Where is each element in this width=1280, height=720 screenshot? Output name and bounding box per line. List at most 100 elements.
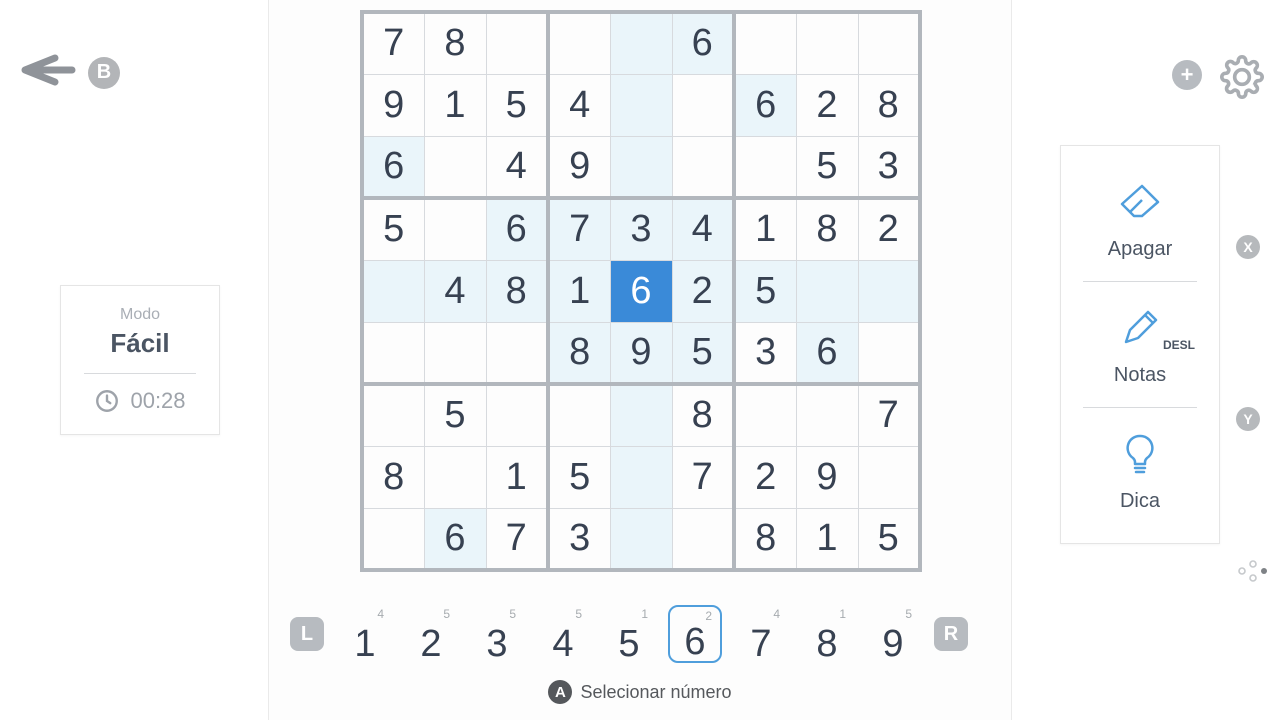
cell-r2-c1[interactable] <box>424 136 486 198</box>
cell-r4-c4[interactable]: 6 <box>610 260 672 322</box>
cell-r8-c8[interactable]: 5 <box>858 508 920 570</box>
sudoku-board[interactable]: 7869154628649535673418248162589536587815… <box>360 10 922 572</box>
cell-r0-c1[interactable]: 8 <box>424 12 486 74</box>
cell-r8-c0[interactable] <box>362 508 424 570</box>
cell-r1-c3[interactable]: 4 <box>548 74 610 136</box>
cell-r3-c7[interactable]: 8 <box>796 198 858 260</box>
cell-r7-c5[interactable]: 7 <box>672 446 734 508</box>
cell-r3-c4[interactable]: 3 <box>610 198 672 260</box>
pick-number-2[interactable]: 52 <box>404 605 458 663</box>
cell-r5-c8[interactable] <box>858 322 920 384</box>
cell-r0-c5[interactable]: 6 <box>672 12 734 74</box>
cell-r0-c4[interactable] <box>610 12 672 74</box>
cell-r4-c6[interactable]: 5 <box>734 260 796 322</box>
r-shoulder-badge[interactable]: R <box>934 617 968 651</box>
cell-r7-c3[interactable]: 5 <box>548 446 610 508</box>
cell-r3-c5[interactable]: 4 <box>672 198 734 260</box>
cell-r7-c0[interactable]: 8 <box>362 446 424 508</box>
cell-r1-c2[interactable]: 5 <box>486 74 548 136</box>
cell-r4-c1[interactable]: 4 <box>424 260 486 322</box>
cell-r5-c1[interactable] <box>424 322 486 384</box>
cell-r5-c4[interactable]: 9 <box>610 322 672 384</box>
cell-r7-c4[interactable] <box>610 446 672 508</box>
cell-r7-c2[interactable]: 1 <box>486 446 548 508</box>
cell-r2-c2[interactable]: 4 <box>486 136 548 198</box>
cell-r3-c6[interactable]: 1 <box>734 198 796 260</box>
cell-r0-c3[interactable] <box>548 12 610 74</box>
erase-button[interactable]: Apagar <box>1061 156 1219 281</box>
cell-r2-c3[interactable]: 9 <box>548 136 610 198</box>
cell-r8-c5[interactable] <box>672 508 734 570</box>
cell-r8-c6[interactable]: 8 <box>734 508 796 570</box>
cell-r5-c3[interactable]: 8 <box>548 322 610 384</box>
cell-r1-c0[interactable]: 9 <box>362 74 424 136</box>
cell-r6-c0[interactable] <box>362 384 424 446</box>
pick-number-4[interactable]: 54 <box>536 605 590 663</box>
cell-r2-c4[interactable] <box>610 136 672 198</box>
hint-label: Dica <box>1061 490 1219 513</box>
cell-r2-c6[interactable] <box>734 136 796 198</box>
cell-r0-c0[interactable]: 7 <box>362 12 424 74</box>
cell-r3-c2[interactable]: 6 <box>486 198 548 260</box>
cell-r4-c2[interactable]: 8 <box>486 260 548 322</box>
hint-button[interactable]: Dica <box>1061 408 1219 533</box>
cell-r5-c5[interactable]: 5 <box>672 322 734 384</box>
pick-number-6[interactable]: 26 <box>668 605 722 663</box>
back-button[interactable]: B <box>10 50 120 95</box>
cell-r2-c5[interactable] <box>672 136 734 198</box>
cell-r6-c8[interactable]: 7 <box>858 384 920 446</box>
cell-r7-c8[interactable] <box>858 446 920 508</box>
l-shoulder-badge[interactable]: L <box>290 617 324 651</box>
cell-r7-c7[interactable]: 9 <box>796 446 858 508</box>
cell-r7-c6[interactable]: 2 <box>734 446 796 508</box>
cell-r6-c2[interactable] <box>486 384 548 446</box>
cell-r8-c1[interactable]: 6 <box>424 508 486 570</box>
cell-r0-c2[interactable] <box>486 12 548 74</box>
cell-r1-c4[interactable] <box>610 74 672 136</box>
cell-r3-c8[interactable]: 2 <box>858 198 920 260</box>
cell-r4-c8[interactable] <box>858 260 920 322</box>
cell-r1-c5[interactable] <box>672 74 734 136</box>
cell-r5-c6[interactable]: 3 <box>734 322 796 384</box>
notes-button[interactable]: DESL Notas <box>1061 282 1219 407</box>
cell-r4-c7[interactable] <box>796 260 858 322</box>
cell-r1-c8[interactable]: 8 <box>858 74 920 136</box>
cell-r8-c2[interactable]: 7 <box>486 508 548 570</box>
pick-number-3[interactable]: 53 <box>470 605 524 663</box>
cell-r8-c3[interactable]: 3 <box>548 508 610 570</box>
cell-r1-c7[interactable]: 2 <box>796 74 858 136</box>
cell-r6-c5[interactable]: 8 <box>672 384 734 446</box>
cell-r1-c6[interactable]: 6 <box>734 74 796 136</box>
cell-r5-c7[interactable]: 6 <box>796 322 858 384</box>
cell-r2-c8[interactable]: 3 <box>858 136 920 198</box>
cell-r3-c3[interactable]: 7 <box>548 198 610 260</box>
gear-icon[interactable] <box>1220 55 1260 95</box>
pick-number-8[interactable]: 18 <box>800 605 854 663</box>
cell-r2-c7[interactable]: 5 <box>796 136 858 198</box>
cell-r3-c1[interactable] <box>424 198 486 260</box>
cell-r4-c5[interactable]: 2 <box>672 260 734 322</box>
cell-r7-c1[interactable] <box>424 446 486 508</box>
cell-r6-c4[interactable] <box>610 384 672 446</box>
pick-number-7[interactable]: 47 <box>734 605 788 663</box>
pick-number-9[interactable]: 59 <box>866 605 920 663</box>
cell-r3-c0[interactable]: 5 <box>362 198 424 260</box>
cell-r4-c0[interactable] <box>362 260 424 322</box>
cell-r6-c7[interactable] <box>796 384 858 446</box>
cell-r6-c3[interactable] <box>548 384 610 446</box>
cell-r8-c7[interactable]: 1 <box>796 508 858 570</box>
cell-r0-c7[interactable] <box>796 12 858 74</box>
cell-r6-c6[interactable] <box>734 384 796 446</box>
pick-number-5[interactable]: 15 <box>602 605 656 663</box>
cell-r2-c0[interactable]: 6 <box>362 136 424 198</box>
cell-r8-c4[interactable] <box>610 508 672 570</box>
cell-r4-c3[interactable]: 1 <box>548 260 610 322</box>
cell-r6-c1[interactable]: 5 <box>424 384 486 446</box>
cell-r5-c2[interactable] <box>486 322 548 384</box>
cell-r1-c1[interactable]: 1 <box>424 74 486 136</box>
cell-r5-c0[interactable] <box>362 322 424 384</box>
pick-number-1[interactable]: 41 <box>338 605 392 663</box>
cell-r0-c8[interactable] <box>858 12 920 74</box>
plus-icon[interactable]: + <box>1172 60 1202 90</box>
cell-r0-c6[interactable] <box>734 12 796 74</box>
